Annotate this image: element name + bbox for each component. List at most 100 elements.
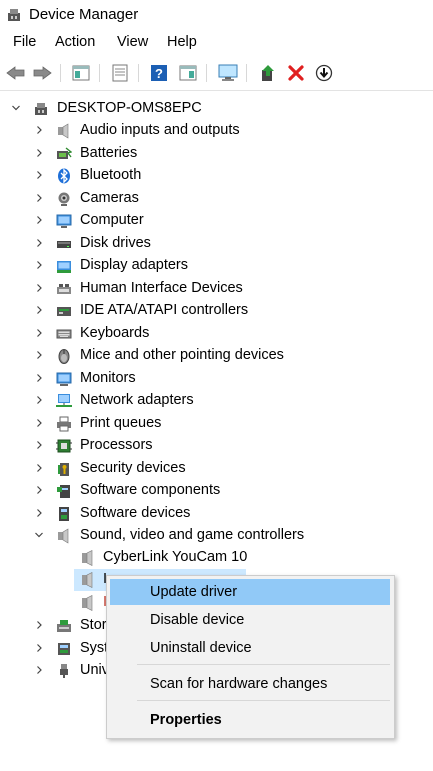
menu-action[interactable]: Action [54, 34, 96, 50]
tree-category-label: Keyboards [80, 324, 150, 341]
tree-category-3[interactable]: Cameras [0, 188, 433, 210]
speaker-icon [82, 550, 93, 566]
tree-category-label: Bluetooth [80, 167, 142, 183]
toolbar-separator [206, 64, 207, 82]
tree-category-13[interactable]: Print queues [0, 413, 433, 435]
chevron-right-icon[interactable] [34, 418, 44, 428]
chevron-right-icon[interactable] [34, 350, 44, 360]
menu-bar: File Action View Help [0, 34, 433, 54]
menu-view[interactable]: View [116, 34, 149, 50]
chevron-right-icon[interactable] [34, 305, 44, 315]
chevron-right-icon[interactable] [34, 665, 44, 675]
chevron-right-icon[interactable] [34, 238, 44, 248]
display-adapter-icon [57, 261, 71, 273]
update-driver-icon[interactable] [257, 62, 279, 84]
tree-category-1[interactable]: Batteries [0, 143, 433, 165]
tree-category-label: Security devices [80, 459, 186, 476]
menu-file[interactable]: File [12, 34, 37, 50]
chevron-right-icon[interactable] [34, 125, 44, 135]
storage-controller-icon [57, 620, 71, 632]
forward-icon[interactable] [31, 62, 53, 84]
chevron-right-icon[interactable] [34, 440, 44, 450]
tree-category-4[interactable]: Computer [0, 210, 433, 232]
chevron-right-icon[interactable] [34, 373, 44, 383]
back-icon[interactable] [5, 62, 27, 84]
toolbar-separator [138, 64, 139, 82]
chevron-right-icon[interactable] [34, 508, 44, 518]
help-icon[interactable]: ? [148, 62, 170, 84]
menu-uninstall-device[interactable]: Uninstall device [110, 635, 390, 661]
camera-icon [58, 192, 70, 206]
network-adapter-icon [56, 394, 72, 407]
menu-properties[interactable]: Properties [110, 707, 390, 733]
uninstall-device-icon[interactable] [285, 62, 307, 84]
action-pane-icon[interactable] [177, 62, 199, 84]
toolbar-divider [0, 90, 433, 91]
menu-separator [137, 700, 390, 701]
chevron-right-icon[interactable] [34, 643, 44, 653]
title-bar: Device Manager [0, 0, 433, 30]
chevron-right-icon[interactable] [34, 148, 44, 158]
tree-category-7[interactable]: Human Interface Devices [0, 278, 433, 300]
chevron-right-icon[interactable] [34, 328, 44, 338]
chevron-down-icon[interactable] [11, 103, 21, 113]
tree-category-6[interactable]: Display adapters [0, 255, 433, 277]
tree-category-14[interactable]: Processors [0, 435, 433, 457]
tree-category-5[interactable]: Disk drives [0, 233, 433, 255]
tree-category-10[interactable]: Mice and other pointing devices [0, 345, 433, 367]
chevron-right-icon[interactable] [34, 485, 44, 495]
chevron-right-icon[interactable] [34, 170, 44, 180]
tree-category-label: Software components [80, 482, 221, 498]
computer-root-icon [35, 103, 47, 115]
tree-category-18[interactable]: Sound, video and game controllers [0, 525, 433, 547]
tree-category-label: Monitors [80, 369, 136, 386]
speaker-icon [58, 528, 69, 544]
speaker-icon [82, 572, 93, 588]
tree-category-0[interactable]: Audio inputs and outputs [0, 120, 433, 142]
menu-separator [137, 664, 390, 665]
menu-scan-hardware-changes[interactable]: Scan for hardware changes [110, 671, 390, 697]
chevron-right-icon[interactable] [34, 620, 44, 630]
chevron-right-icon[interactable] [34, 395, 44, 405]
tree-category-label: Software devices [80, 504, 191, 521]
tree-category-label: Sound, video and game controllers [80, 527, 305, 543]
chevron-right-icon[interactable] [34, 283, 44, 293]
properties-icon[interactable] [109, 62, 131, 84]
chevron-down-icon[interactable] [34, 530, 44, 540]
menu-item-label: Update driver [150, 584, 238, 600]
menu-item-label: Disable device [150, 612, 245, 628]
tree-category-8[interactable]: IDE ATA/ATAPI controllers [0, 300, 433, 322]
tree-category-9[interactable]: Keyboards [0, 323, 433, 345]
tree-category-label: Processors [80, 437, 153, 453]
tree-category-label: Syst [80, 639, 109, 656]
tree-category-15[interactable]: Security devices [0, 458, 433, 480]
computer-icon [56, 214, 72, 228]
tree-category-11[interactable]: Monitors [0, 368, 433, 390]
tree-category-label: Audio inputs and outputs [80, 122, 240, 138]
disable-device-icon[interactable] [313, 62, 335, 84]
chevron-right-icon[interactable] [34, 193, 44, 203]
tree-category-label: Stor [80, 617, 107, 633]
window-title: Device Manager [29, 6, 139, 23]
chevron-right-icon[interactable] [34, 215, 44, 225]
show-hide-console-tree-icon[interactable] [70, 62, 92, 84]
toolbar-separator [99, 64, 100, 82]
chevron-right-icon[interactable] [34, 463, 44, 473]
security-device-icon [58, 462, 69, 476]
tree-category-12[interactable]: Network adapters [0, 390, 433, 412]
tree-category-2[interactable]: Bluetooth [0, 165, 433, 187]
tree-category-16[interactable]: Software components [0, 480, 433, 502]
battery-icon [57, 146, 72, 159]
tree-root[interactable]: DESKTOP-OMS8EPC [0, 98, 433, 120]
menu-disable-device[interactable]: Disable device [110, 607, 390, 633]
tree-child-label: CyberLink YouCam 10 [103, 549, 248, 565]
menu-help[interactable]: Help [166, 34, 198, 50]
tree-category-label: Disk drives [80, 234, 151, 251]
menu-update-driver[interactable]: Update driver [110, 579, 390, 605]
toolbar: ? [0, 58, 433, 88]
tree-category-17[interactable]: Software devices [0, 503, 433, 525]
chevron-right-icon[interactable] [34, 260, 44, 270]
scan-for-hardware-changes-icon[interactable] [217, 62, 239, 84]
mouse-icon [58, 349, 70, 364]
tree-child-cyberlink[interactable]: CyberLink YouCam 10 [0, 547, 433, 569]
